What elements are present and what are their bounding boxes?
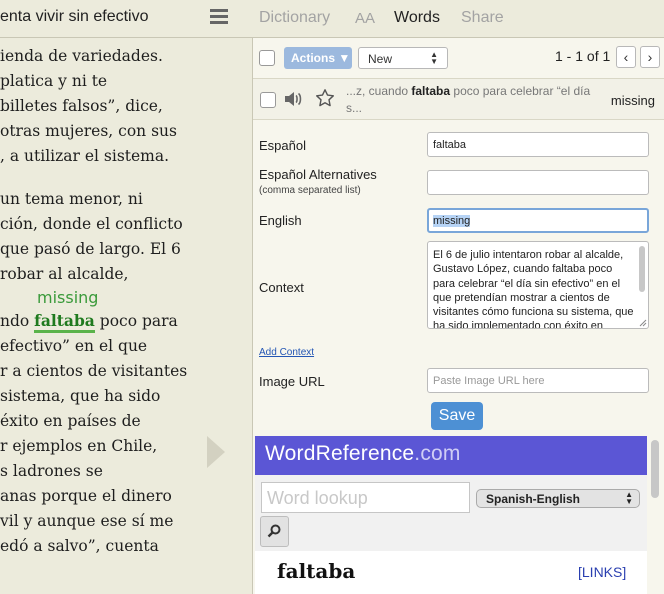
language-select[interactable]: Spanish-English ▲ ▼ — [476, 489, 640, 508]
brand-name: WordReference — [265, 442, 415, 465]
select-arrows-icon: ▲ ▼ — [430, 50, 438, 66]
english-field[interactable]: missing — [427, 208, 649, 233]
context-textarea[interactable]: El 6 de julio intentaron robar al alcald… — [427, 241, 649, 329]
reader-line: ienda de variedades. — [0, 47, 163, 65]
context-textarea-value: El 6 de julio intentaron robar al alcald… — [433, 249, 634, 329]
word-lookup-input[interactable]: Word lookup — [261, 482, 470, 513]
highlighted-word[interactable]: faltaba — [34, 311, 95, 333]
tab-font-size[interactable]: AA — [355, 10, 375, 27]
tab-dictionary[interactable]: Dictionary — [259, 9, 330, 27]
reader-line: efectivo” en el que — [0, 337, 148, 355]
actions-button[interactable]: Actions ▼ — [284, 47, 352, 69]
top-navigation: Dictionary AA Words Share — [210, 0, 664, 38]
reader-line: que pasó de largo. El 6 — [0, 240, 181, 258]
add-context-link[interactable]: Add Context — [259, 347, 314, 358]
snippet-before: ...z, cuando — [346, 84, 412, 98]
row-checkbox[interactable] — [260, 92, 276, 108]
wordreference-logo[interactable]: WordReference.com — [265, 442, 461, 466]
alternatives-field[interactable] — [427, 170, 649, 195]
wordreference-scrollbar[interactable] — [651, 436, 659, 594]
reader-line: vil y aunque ese sí me — [0, 512, 174, 530]
alternatives-label: Español Alternatives (comma separated li… — [259, 167, 377, 196]
words-panel: Actions ▼ New ▲ ▼ 1 - 1 of 1 ‹ › ...z, cu… — [252, 38, 664, 594]
wordreference-header: WordReference.com — [255, 436, 647, 475]
image-url-field[interactable]: Paste Image URL here — [427, 368, 649, 393]
reader-line: ción, donde el conflicto — [0, 215, 183, 233]
reader-line: otras mujeres, con sus — [0, 122, 177, 140]
pager-text: 1 - 1 of 1 — [555, 48, 611, 64]
reader-line: un tema menor, ni — [0, 190, 143, 208]
reader-line: s ladrones se — [0, 462, 103, 480]
reader-line: sistema, que ha sido — [0, 387, 161, 405]
highlight-prefix: ndo — [0, 312, 35, 330]
context-scrollbar[interactable] — [639, 246, 645, 292]
select-arrows-icon: ▲ ▼ — [625, 490, 633, 506]
next-page-arrow-icon[interactable] — [207, 436, 225, 468]
wordreference-results: faltaba [LINKS] — [255, 551, 647, 594]
row-translation: missing — [610, 93, 655, 108]
reader-line: robar al alcalde, — [0, 265, 129, 283]
reader-line: platica y ni te — [0, 72, 108, 90]
translation-gloss: missing — [37, 288, 99, 307]
word-list-row[interactable]: ...z, cuando faltaba poco para celebrar … — [253, 78, 664, 120]
tab-share[interactable]: Share — [461, 9, 504, 27]
save-button[interactable]: Save — [431, 402, 483, 430]
next-page-button[interactable]: › — [640, 46, 660, 68]
filter-select-value: New — [368, 52, 393, 66]
image-url-label: Image URL — [259, 374, 325, 389]
english-label: English — [259, 213, 302, 228]
filter-select[interactable]: New ▲ ▼ — [358, 47, 448, 69]
search-button[interactable] — [260, 516, 289, 547]
espanol-field[interactable]: faltaba — [427, 132, 649, 157]
hamburger-menu-icon[interactable] — [210, 9, 228, 25]
words-toolbar: Actions ▼ New ▲ ▼ 1 - 1 of 1 ‹ › — [253, 38, 664, 78]
english-field-value: missing — [433, 215, 471, 227]
links-link[interactable]: [LINKS] — [578, 564, 626, 580]
star-icon[interactable] — [315, 88, 335, 108]
document-title: enta vivir sin efectivo — [0, 8, 149, 25]
snippet-word: faltaba — [411, 84, 451, 98]
highlight-suffix: poco para — [94, 312, 178, 330]
reader-pane: ienda de variedades. platica y ni te bil… — [0, 0, 252, 594]
brand-tld: .com — [414, 442, 461, 465]
result-headword: faltaba — [277, 559, 356, 583]
context-label: Context — [259, 280, 304, 295]
resize-grip-icon[interactable] — [638, 318, 647, 327]
reader-line: edó a salvo”, cuenta — [0, 537, 159, 555]
wordreference-frame: WordReference.com Word lookup Spanish-En… — [255, 436, 647, 594]
context-snippet: ...z, cuando faltaba poco para celebrar … — [346, 83, 591, 117]
reader-line: billetes falsos”, dice, — [0, 97, 163, 115]
reader-line-highlighted: ndo faltaba poco para — [0, 311, 178, 333]
language-select-value: Spanish-English — [486, 492, 581, 506]
reader-line: r ejemplos en Chile, — [0, 437, 158, 455]
alternatives-label-text: Español Alternatives — [259, 167, 377, 182]
search-icon — [267, 524, 281, 538]
reader-line: r a cientos de visitantes — [0, 362, 188, 380]
alternatives-hint: (comma separated list) — [259, 185, 361, 196]
reader-line: anas porque el dinero — [0, 487, 172, 505]
speaker-icon[interactable] — [283, 89, 303, 109]
reader-line: , a utilizar el sistema. — [0, 147, 170, 165]
reader-line: éxito en países de — [0, 412, 141, 430]
select-all-checkbox[interactable] — [259, 50, 275, 66]
prev-page-button[interactable]: ‹ — [616, 46, 636, 68]
tab-words[interactable]: Words — [394, 9, 440, 27]
espanol-label: Español — [259, 138, 306, 153]
